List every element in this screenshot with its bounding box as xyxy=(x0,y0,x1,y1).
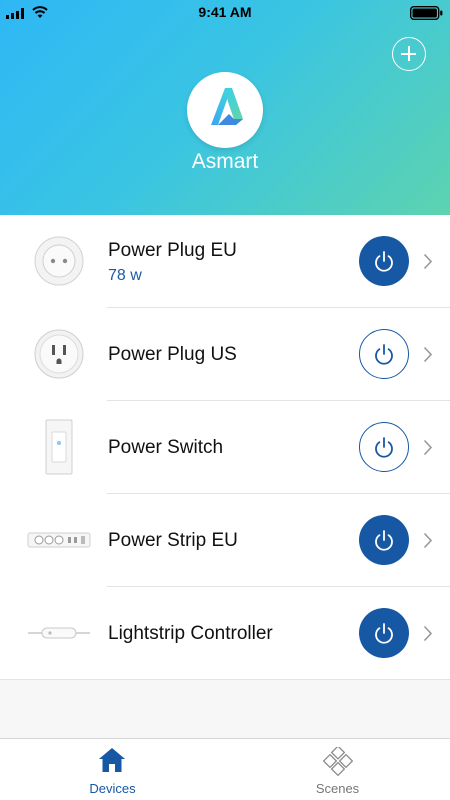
device-name: Power Plug EU xyxy=(108,240,237,261)
tab-label: Scenes xyxy=(315,781,360,796)
chevron-right-icon[interactable] xyxy=(423,346,433,363)
device-row-lightstrip-controller[interactable]: Lightstrip Controller xyxy=(0,587,450,680)
power-toggle-button[interactable] xyxy=(359,608,409,658)
tab-label: Devices xyxy=(89,781,136,796)
chevron-right-icon[interactable] xyxy=(423,532,433,549)
device-power-reading: 78 w xyxy=(108,267,142,284)
power-toggle-button[interactable] xyxy=(359,422,409,472)
header: 9:41 AM Asmart xyxy=(0,0,450,215)
asmart-logo-icon xyxy=(211,88,243,125)
lightstrip-controller-icon xyxy=(22,601,96,665)
power-icon xyxy=(375,623,393,644)
add-device-button[interactable] xyxy=(392,37,426,71)
power-strip-icon xyxy=(22,508,96,572)
device-list: Power Plug EU 78 w Power Plug US Power S… xyxy=(0,215,450,680)
device-row-power-plug-us[interactable]: Power Plug US xyxy=(0,308,450,401)
app-logo xyxy=(187,72,263,148)
tab-scenes[interactable]: Scenes xyxy=(225,739,450,800)
chevron-right-icon[interactable] xyxy=(423,439,433,456)
tab-bar: Devices Scenes xyxy=(0,738,450,800)
power-icon xyxy=(375,530,393,551)
device-row-power-plug-eu[interactable]: Power Plug EU 78 w xyxy=(0,215,450,308)
device-name: Power Switch xyxy=(108,437,224,458)
power-toggle-button[interactable] xyxy=(359,236,409,286)
us-plug-icon xyxy=(22,322,96,386)
chevron-right-icon[interactable] xyxy=(423,625,433,642)
device-name: Power Plug US xyxy=(108,344,237,365)
status-bar: 9:41 AM xyxy=(0,0,450,26)
tab-devices[interactable]: Devices xyxy=(0,739,225,800)
home-icon xyxy=(99,748,125,772)
device-row-power-switch[interactable]: Power Switch xyxy=(0,401,450,494)
power-icon xyxy=(375,437,393,458)
power-toggle-button[interactable] xyxy=(359,329,409,379)
power-icon xyxy=(375,344,393,365)
wall-switch-icon xyxy=(22,415,96,479)
power-toggle-button[interactable] xyxy=(359,515,409,565)
power-icon xyxy=(375,251,393,272)
row-divider xyxy=(0,679,450,680)
scenes-icon xyxy=(323,747,353,777)
device-name: Lightstrip Controller xyxy=(108,623,273,644)
status-time: 9:41 AM xyxy=(198,4,252,20)
device-name: Power Strip EU xyxy=(108,530,238,551)
app-title: Asmart xyxy=(191,150,259,173)
eu-plug-icon xyxy=(22,229,96,293)
chevron-right-icon[interactable] xyxy=(423,253,433,270)
battery-icon xyxy=(410,6,443,20)
device-row-power-strip-eu[interactable]: Power Strip EU xyxy=(0,494,450,587)
